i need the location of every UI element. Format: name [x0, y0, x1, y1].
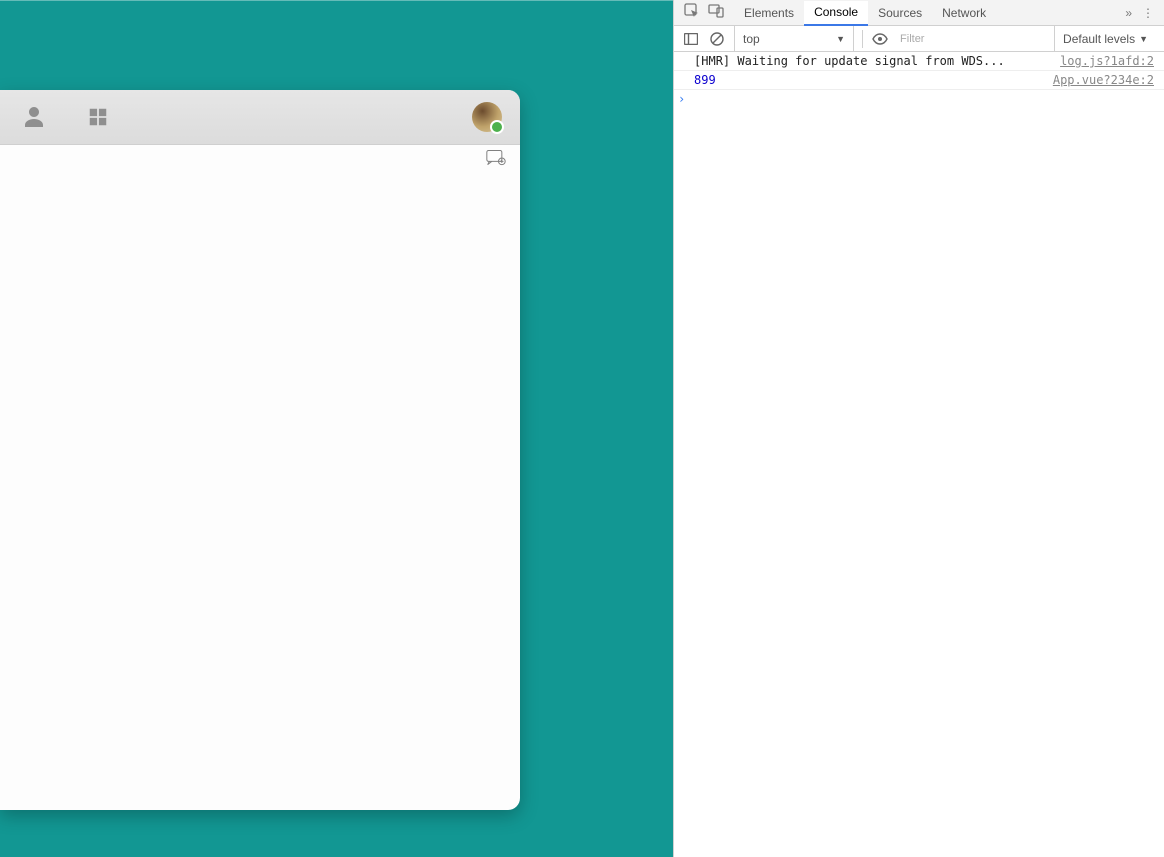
avatar[interactable]: [472, 102, 502, 132]
app-card: [0, 90, 520, 810]
context-label: top: [743, 32, 760, 46]
console-body: [HMR] Waiting for update signal from WDS…: [674, 52, 1164, 857]
device-toggle-icon[interactable]: [708, 3, 724, 22]
tab-sources[interactable]: Sources: [868, 0, 932, 25]
chevron-down-icon: ▼: [836, 34, 845, 44]
console-line: 899 App.vue?234e:2: [674, 71, 1164, 90]
tab-network[interactable]: Network: [932, 0, 996, 25]
filter-input[interactable]: [896, 31, 1046, 47]
log-source-link[interactable]: log.js?1afd:2: [1060, 54, 1154, 68]
devtools-panel: Elements Console Sources Network » ⋮ top…: [673, 0, 1164, 857]
clear-console-icon[interactable]: [708, 30, 726, 48]
log-message: 899: [694, 73, 1053, 87]
log-message: [HMR] Waiting for update signal from WDS…: [694, 54, 1060, 68]
log-source-link[interactable]: App.vue?234e:2: [1053, 73, 1154, 87]
chat-add-icon[interactable]: [486, 149, 506, 170]
console-line: [HMR] Waiting for update signal from WDS…: [674, 52, 1164, 71]
chevron-down-icon: ▼: [1139, 34, 1148, 44]
user-icon[interactable]: [20, 103, 48, 131]
context-select[interactable]: top ▼: [734, 26, 854, 51]
kebab-icon[interactable]: ⋮: [1142, 6, 1154, 20]
app-viewport: [0, 0, 673, 857]
nav-icons: [20, 103, 112, 131]
more-tabs-icon[interactable]: »: [1125, 6, 1132, 20]
log-levels-select[interactable]: Default levels ▼: [1054, 26, 1156, 51]
sub-toolbar: [0, 145, 520, 173]
devtools-tabs: Elements Console Sources Network » ⋮: [674, 0, 1164, 26]
live-expression-icon[interactable]: [862, 30, 888, 48]
app-toolbar: [0, 90, 520, 145]
console-toolbar: top ▼ Default levels ▼: [674, 26, 1164, 52]
sidebar-toggle-icon[interactable]: [682, 30, 700, 48]
tab-console[interactable]: Console: [804, 1, 868, 26]
grid-icon[interactable]: [84, 103, 112, 131]
levels-label: Default levels: [1063, 32, 1135, 46]
tab-elements[interactable]: Elements: [734, 0, 804, 25]
inspect-icon[interactable]: [684, 3, 700, 22]
console-prompt[interactable]: ›: [674, 90, 1164, 108]
